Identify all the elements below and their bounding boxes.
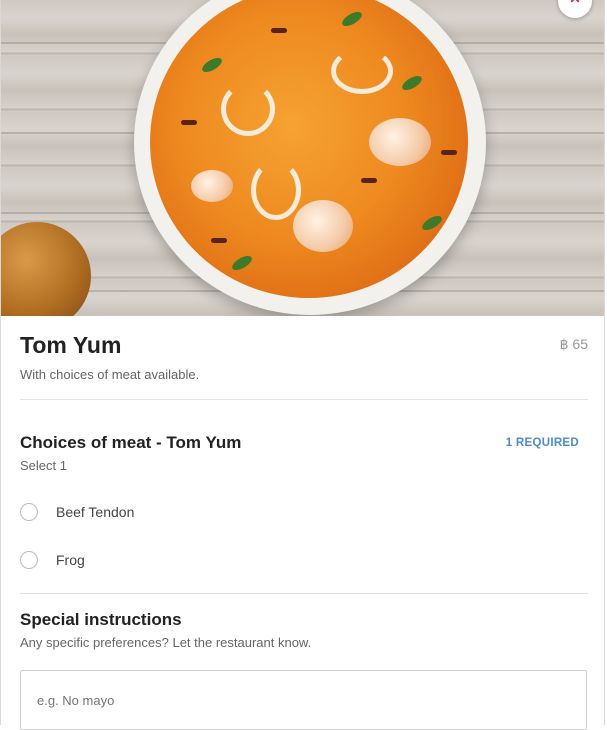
item-title: Tom Yum: [20, 332, 122, 358]
select-hint: Select 1: [20, 458, 67, 473]
choices-title: Choices of meat - Tom Yum: [20, 433, 242, 452]
item-price: ฿ 65: [559, 336, 588, 352]
item-modal: × Tom Yum ฿ 65 With choices of meat avai…: [0, 0, 605, 730]
chili-flake: [181, 120, 197, 125]
chili-flake: [271, 28, 287, 33]
option-label[interactable]: Frog: [56, 552, 85, 568]
squid-ring: [331, 48, 393, 94]
shrimp: [293, 200, 353, 252]
dish-photo: ×: [1, 0, 604, 316]
chili-flake: [361, 178, 377, 183]
close-button[interactable]: ×: [558, 0, 592, 18]
squid-ring: [221, 82, 275, 136]
chili-flake: [211, 238, 227, 243]
close-icon[interactable]: ×: [570, 0, 581, 8]
special-instructions-title: Special instructions: [20, 610, 182, 629]
option-frog[interactable]: Frog: [20, 551, 85, 569]
divider: [20, 399, 588, 400]
wooden-spoon: [1, 222, 91, 316]
radio-button[interactable]: [20, 551, 38, 569]
shrimp: [191, 170, 233, 202]
divider: [20, 593, 588, 594]
title-row: Tom Yum ฿ 65: [20, 332, 588, 359]
option-label[interactable]: Beef Tendon: [56, 504, 134, 520]
option-beef-tendon[interactable]: Beef Tendon: [20, 503, 134, 521]
radio-button[interactable]: [20, 503, 38, 521]
squid-ring: [251, 160, 301, 220]
shrimp: [369, 118, 431, 166]
required-badge: 1 REQUIRED: [505, 437, 579, 449]
chili-flake: [441, 150, 457, 155]
special-instructions-input[interactable]: [20, 670, 587, 730]
item-description: With choices of meat available.: [20, 367, 200, 382]
special-instructions-hint: Any specific preferences? Let the restau…: [20, 635, 312, 650]
